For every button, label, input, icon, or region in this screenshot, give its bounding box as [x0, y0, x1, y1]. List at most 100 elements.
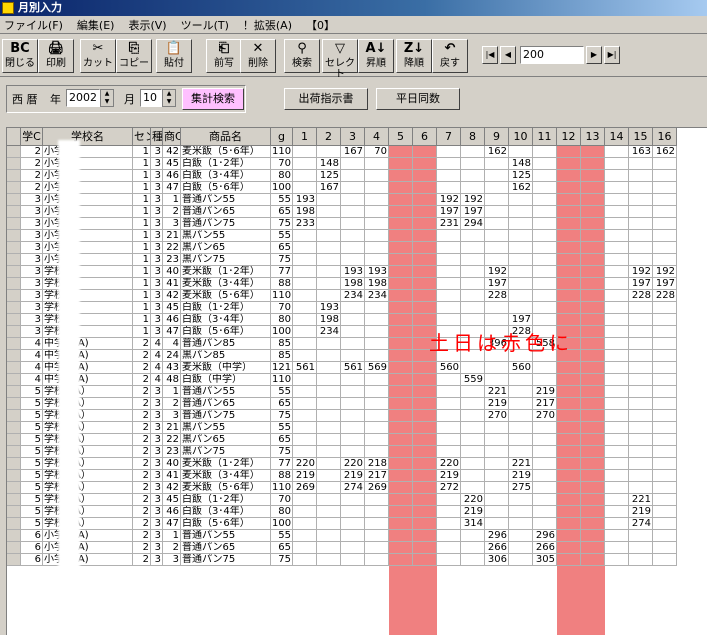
table-cell[interactable]: 2 [133, 518, 151, 530]
table-cell[interactable] [605, 494, 629, 506]
table-cell[interactable] [341, 542, 365, 554]
table-cell[interactable] [293, 542, 317, 554]
table-cell[interactable]: 219 [509, 470, 533, 482]
table-cell[interactable] [293, 170, 317, 182]
table-cell[interactable] [581, 338, 605, 350]
table-cell[interactable] [413, 434, 437, 446]
table-cell[interactable]: 小学校 [43, 182, 133, 194]
table-cell[interactable] [341, 170, 365, 182]
table-cell[interactable] [293, 290, 317, 302]
table-cell[interactable]: 学校（A） [43, 410, 133, 422]
table-row[interactable]: 4中学校(A)244普通パン8585396558 [7, 338, 707, 350]
table-cell[interactable]: 22 [163, 242, 181, 254]
row-selector[interactable] [7, 302, 21, 314]
table-cell[interactable] [557, 398, 581, 410]
table-cell[interactable] [413, 206, 437, 218]
table-cell[interactable] [437, 302, 461, 314]
table-cell[interactable] [509, 374, 533, 386]
table-cell[interactable]: 黒パン55 [181, 422, 271, 434]
table-cell[interactable] [485, 170, 509, 182]
table-cell[interactable] [365, 314, 389, 326]
table-cell[interactable]: 47 [163, 518, 181, 530]
table-cell[interactable]: 学校 [43, 278, 133, 290]
table-cell[interactable]: 272 [437, 482, 461, 494]
table-cell[interactable] [629, 350, 653, 362]
column-header[interactable]: 種 [151, 128, 163, 146]
table-cell[interactable] [653, 338, 677, 350]
table-cell[interactable] [461, 446, 485, 458]
table-cell[interactable] [581, 170, 605, 182]
table-cell[interactable] [317, 470, 341, 482]
table-cell[interactable] [413, 194, 437, 206]
table-cell[interactable]: 220 [293, 458, 317, 470]
table-cell[interactable] [461, 554, 485, 566]
table-cell[interactable]: 43 [163, 362, 181, 374]
table-cell[interactable] [605, 398, 629, 410]
table-cell[interactable]: 6 [21, 542, 43, 554]
table-cell[interactable] [557, 518, 581, 530]
table-cell[interactable] [341, 530, 365, 542]
table-cell[interactable] [533, 242, 557, 254]
table-cell[interactable] [629, 482, 653, 494]
table-row[interactable]: 2小学校1346白飯（3･4年）80 125 125 [7, 170, 707, 182]
row-selector[interactable] [7, 542, 21, 554]
table-cell[interactable] [389, 206, 413, 218]
table-cell[interactable] [485, 506, 509, 518]
table-cell[interactable] [413, 398, 437, 410]
table-cell[interactable]: 2 [133, 338, 151, 350]
table-row[interactable]: 5学校（A）2341麦米飯（3･4年）88219219217219219 [7, 470, 707, 482]
table-cell[interactable] [509, 398, 533, 410]
table-cell[interactable] [581, 242, 605, 254]
table-row[interactable]: 4中学校(A)2443麦米飯（中学）121561561569560560 [7, 362, 707, 374]
table-cell[interactable] [389, 470, 413, 482]
toolbar-button-print[interactable]: 🖨 印刷 [38, 39, 74, 73]
table-cell[interactable] [461, 362, 485, 374]
table-cell[interactable] [533, 218, 557, 230]
table-cell[interactable]: 学校（A） [43, 518, 133, 530]
table-row[interactable]: 6小学校(A)233普通パン7575306305 [7, 554, 707, 566]
table-cell[interactable] [629, 374, 653, 386]
table-cell[interactable]: 100 [271, 518, 293, 530]
table-cell[interactable] [293, 146, 317, 158]
table-cell[interactable]: 白飯（中学） [181, 374, 271, 386]
table-cell[interactable] [653, 506, 677, 518]
table-cell[interactable] [533, 158, 557, 170]
table-cell[interactable] [413, 146, 437, 158]
table-row[interactable]: 3 学校 1 3 46 白飯（3･4年） 80 198 197 [7, 314, 707, 326]
table-cell[interactable] [365, 302, 389, 314]
row-selector[interactable] [7, 194, 21, 206]
column-header[interactable]: 11 [533, 128, 557, 146]
table-cell[interactable]: 学校（A） [43, 422, 133, 434]
table-cell[interactable] [629, 410, 653, 422]
table-cell[interactable] [365, 518, 389, 530]
row-selector[interactable] [7, 494, 21, 506]
table-cell[interactable] [557, 278, 581, 290]
table-cell[interactable]: 70 [365, 146, 389, 158]
table-cell[interactable]: 560 [437, 362, 461, 374]
table-cell[interactable] [293, 278, 317, 290]
table-cell[interactable]: 75 [271, 554, 293, 566]
table-cell[interactable]: 学校 [43, 326, 133, 338]
table-cell[interactable] [629, 302, 653, 314]
toolbar-button-paste[interactable]: 📋 貼付 [156, 39, 192, 73]
table-cell[interactable] [341, 338, 365, 350]
table-cell[interactable] [389, 386, 413, 398]
table-cell[interactable]: 2 [21, 182, 43, 194]
table-cell[interactable] [533, 470, 557, 482]
table-cell[interactable]: 3 [151, 470, 163, 482]
table-cell[interactable]: 1 [133, 182, 151, 194]
table-cell[interactable] [533, 170, 557, 182]
table-cell[interactable] [389, 194, 413, 206]
table-cell[interactable]: 22 [163, 434, 181, 446]
table-cell[interactable] [581, 470, 605, 482]
table-cell[interactable] [317, 410, 341, 422]
table-cell[interactable]: 42 [163, 146, 181, 158]
table-cell[interactable]: 黒パン85 [181, 350, 271, 362]
table-cell[interactable] [629, 446, 653, 458]
table-cell[interactable] [605, 350, 629, 362]
table-cell[interactable] [509, 518, 533, 530]
table-cell[interactable]: 1 [133, 302, 151, 314]
table-cell[interactable] [605, 206, 629, 218]
table-cell[interactable]: 3 [21, 314, 43, 326]
table-cell[interactable] [293, 434, 317, 446]
